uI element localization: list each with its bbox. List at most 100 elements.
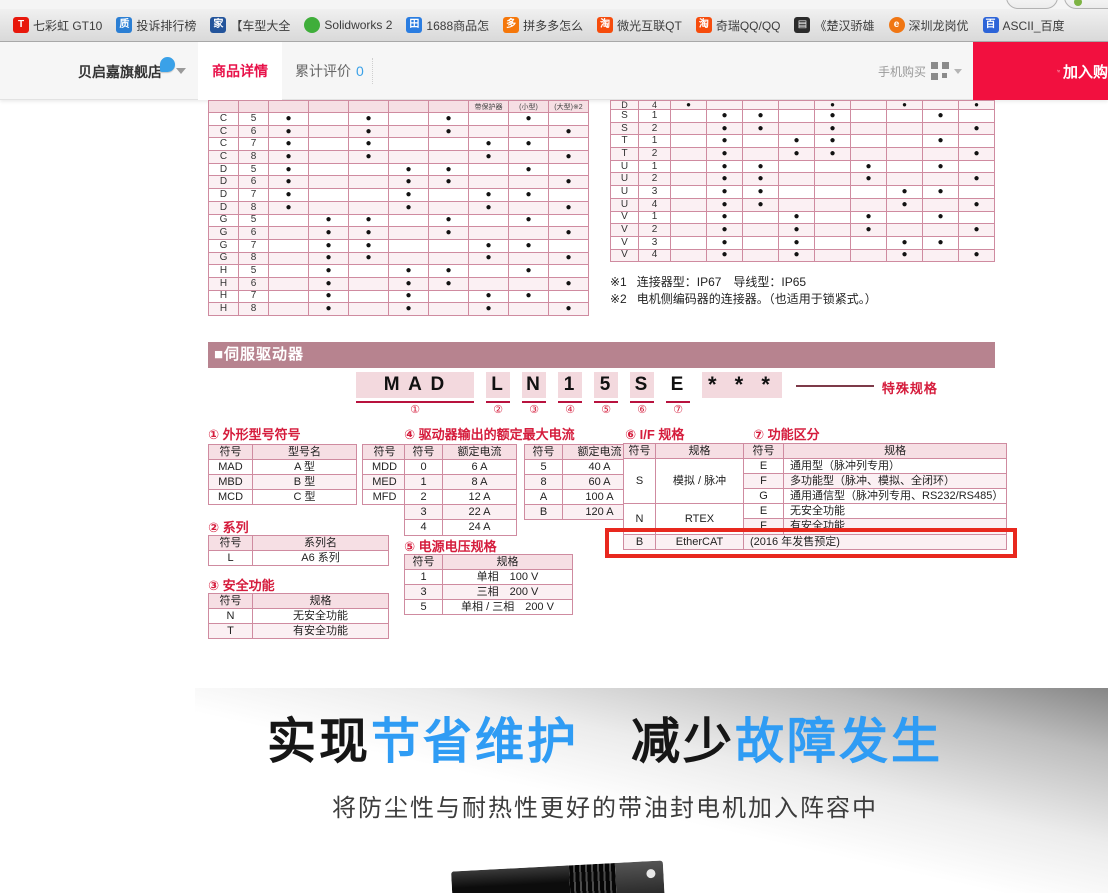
dot-table-row: C8●●●●	[209, 151, 589, 164]
function-symbol-cell: G	[744, 489, 784, 504]
dot-cell	[469, 214, 509, 227]
reviews-count: 0	[356, 63, 364, 79]
browser-button-remnant[interactable]	[1064, 0, 1108, 9]
bookmark-item[interactable]: e深圳龙岗优	[882, 15, 976, 36]
dot-cell	[815, 224, 851, 237]
bookmark-item[interactable]: 田1688商品怎	[399, 15, 496, 36]
bookmark-item[interactable]: 多拼多多怎么	[496, 15, 590, 36]
shop-header: 贝启嘉旗舰店 商品详情 累计评价 0 手机购买 加入购	[0, 42, 1108, 100]
dot-cell: ●	[887, 236, 923, 249]
dot-table-row: D7●●●●	[209, 189, 589, 202]
dot-cell: ●	[469, 290, 509, 303]
cell: 12 A	[443, 490, 517, 505]
dot: ●	[757, 199, 763, 210]
dot-cell: ●	[269, 113, 309, 126]
dot-cell	[429, 138, 469, 151]
dot: ●	[525, 138, 531, 149]
size-symbol-cell: 7	[239, 239, 269, 252]
heading-safety: ③ 安全功能	[208, 575, 275, 594]
dot-cell: ●	[851, 224, 887, 237]
dot-table-row: H5●●●●	[209, 265, 589, 278]
bookmark-item[interactable]: T七彩虹 GT10	[6, 15, 109, 36]
dot: ●	[405, 189, 411, 200]
dot-cell: ●	[707, 148, 743, 161]
bookmark-item[interactable]: 质投诉排行榜	[109, 15, 203, 36]
dot: ●	[721, 237, 727, 248]
dot: ●	[365, 113, 371, 124]
dot: ●	[365, 151, 371, 162]
dot: ●	[793, 249, 799, 260]
cell: A	[525, 490, 563, 505]
size-symbol-cell: 5	[239, 265, 269, 278]
frame-symbol-cell: V	[611, 224, 639, 237]
dot-cell: ●	[509, 214, 549, 227]
frame-symbol-cell: D	[209, 163, 239, 176]
header-cell: 符号	[525, 445, 563, 460]
bookmark-item[interactable]: Solidworks 2	[297, 15, 399, 35]
dot-cell	[851, 236, 887, 249]
dot: ●	[445, 265, 451, 276]
bookmark-label: 【车型大全	[230, 17, 290, 34]
model-code-number: ③	[529, 404, 539, 417]
if-table-header: 符号规格符号规格	[624, 444, 1007, 459]
tab-reviews[interactable]: 累计评价 0	[295, 42, 364, 100]
dot-cell	[851, 110, 887, 123]
dot-cell: ●	[429, 214, 469, 227]
extension-icon	[1074, 0, 1082, 6]
dot-cell: ●	[309, 277, 349, 290]
bookmark-item[interactable]: 百ASCII_百度	[976, 15, 1072, 36]
dot-cell: ●	[549, 252, 589, 265]
dot: ●	[445, 176, 451, 187]
model-code-group: N③	[522, 372, 546, 417]
dot-cell: ●	[959, 198, 995, 211]
spec-table-row: 5单相 / 三相 200 V	[405, 600, 573, 615]
dot: ●	[525, 214, 531, 225]
mobile-buy[interactable]: 手机购买	[878, 42, 962, 100]
promo-banner: 实现节省维护 减少故障发生 将防尘性与耐热性更好的带油封电机加入阵容中	[195, 688, 1108, 893]
dot-cell	[509, 303, 549, 316]
dot-cell	[349, 277, 389, 290]
dot: ●	[565, 252, 571, 263]
dot-cell	[549, 138, 589, 151]
model-code-underline	[486, 401, 510, 403]
dot: ●	[721, 135, 727, 146]
add-to-cart-button[interactable]: 加入购	[973, 42, 1108, 100]
dot: ●	[365, 214, 371, 225]
dot: ●	[525, 164, 531, 175]
dot-cell	[389, 214, 429, 227]
dot-cell: ●	[269, 151, 309, 164]
bookmark-item[interactable]: ▤《楚汉骄雄	[787, 15, 881, 36]
dot: ●	[485, 138, 491, 149]
dot-cell	[549, 290, 589, 303]
dot-table-row: G7●●●●	[209, 239, 589, 252]
banner-title-part: 实现	[267, 715, 371, 769]
tab-product-detail[interactable]: 商品详情	[198, 42, 282, 100]
bookmark-item[interactable]: 淘微光互联QT	[590, 15, 689, 36]
chevron-down-icon[interactable]	[176, 68, 186, 74]
footnote-mark: ※2	[610, 291, 627, 308]
dot-cell	[309, 189, 349, 202]
browser-button-remnant[interactable]	[1006, 0, 1058, 9]
dot: ●	[721, 161, 727, 172]
model-code-number: ④	[565, 404, 575, 417]
dot-cell: ●	[779, 148, 815, 161]
shop-name[interactable]: 贝启嘉旗舰店	[78, 62, 162, 82]
dot-cell: ●	[389, 189, 429, 202]
header-cell: 符号	[744, 444, 784, 459]
dot-cell	[815, 249, 851, 262]
bookmark-item[interactable]: 家【车型大全	[203, 15, 297, 36]
header-cell: 规格	[253, 594, 389, 609]
bookmark-label: 1688商品怎	[426, 17, 489, 34]
dot-cell	[779, 173, 815, 186]
spec-table-row: 540 A	[525, 460, 637, 475]
dot: ●	[485, 290, 491, 301]
cell: 3	[405, 585, 443, 600]
dot-cell	[671, 122, 707, 135]
size-symbol-cell: 1	[639, 135, 671, 148]
bookmark-item[interactable]: 淘奇瑞QQ/QQ	[689, 15, 788, 36]
mobile-buy-label: 手机购买	[878, 63, 926, 80]
motor-body	[451, 865, 571, 893]
footnote: ※2电机侧编码器的连接器。（也适用于锁紧式。）	[610, 291, 877, 308]
heading-voltage: ⑤ 电源电压规格	[404, 536, 497, 555]
dot-cell	[269, 277, 309, 290]
